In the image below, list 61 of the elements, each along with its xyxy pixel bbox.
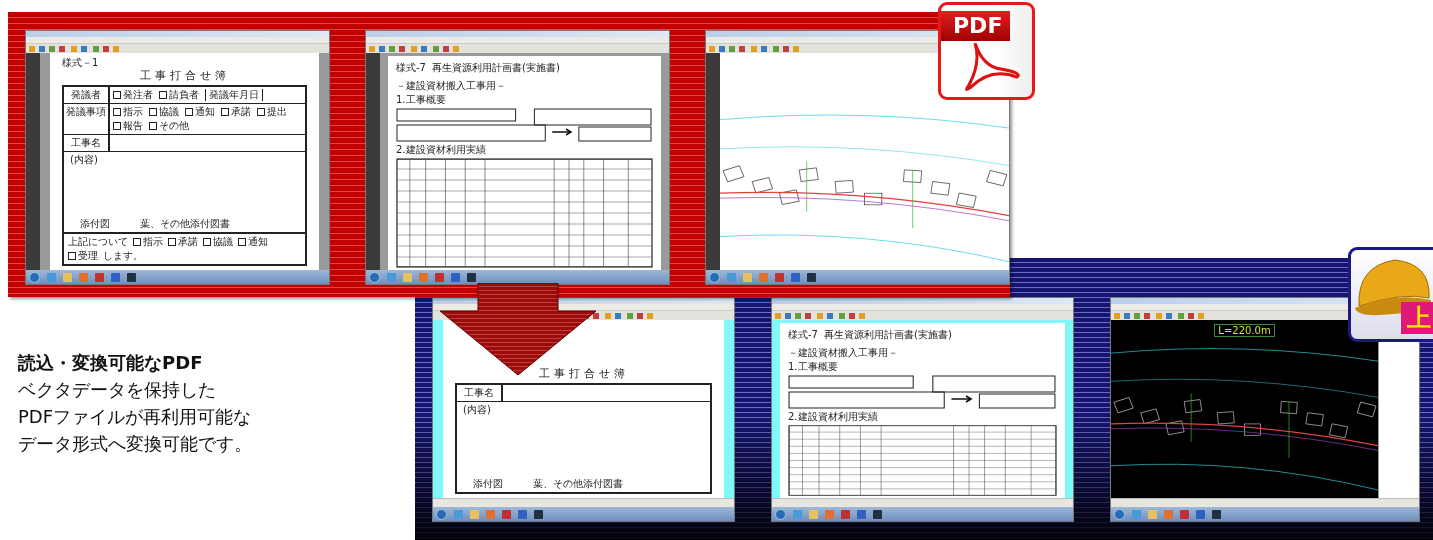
option-label: 発注者	[123, 89, 153, 101]
form-subtitle: －建設資材搬入工事用－	[788, 347, 898, 359]
form-number: 様式-7	[396, 62, 426, 74]
footer-text: します。	[103, 250, 143, 262]
content-label: (内容)	[70, 154, 99, 166]
form-title: 工事打合せ簿	[139, 70, 230, 82]
attachment-note: 葉、その他添付図書	[140, 218, 230, 230]
form-label: 工事名	[457, 385, 503, 401]
caption-text: データ形式へ変換可能です。	[18, 432, 252, 456]
section-heading: 1.工事概要	[396, 94, 447, 106]
form-title: 工事打合せ簿	[538, 368, 629, 380]
option-label: 報告	[123, 120, 143, 132]
form-number: 様式-7	[788, 329, 818, 341]
option-label: 通知	[195, 106, 215, 118]
form-label: 発議事項	[64, 104, 110, 134]
option-label: 協議	[159, 106, 179, 118]
badge-label: 上	[1401, 302, 1433, 334]
length-label: L=220.0m	[1214, 324, 1275, 337]
checkbox-icon	[221, 108, 229, 116]
form-number: 様式－1	[62, 57, 100, 69]
option-label: 提出	[267, 106, 287, 118]
option-label: 承諾	[231, 106, 251, 118]
option-label: 協議	[213, 236, 233, 248]
caption-text: PDFファイルが再利用可能な	[18, 405, 252, 429]
checkbox-icon	[113, 108, 121, 116]
option-label: その他	[159, 120, 189, 132]
option-label: 指示	[123, 106, 143, 118]
form-subtitle: －建設資材搬入工事用－	[396, 80, 506, 92]
option-label: 受理	[78, 250, 98, 262]
checkbox-icon	[238, 238, 246, 246]
checkbox-icon	[159, 91, 167, 99]
footer-text: 上記について	[68, 236, 128, 248]
form-label: 発議年月日	[205, 89, 263, 101]
pdf-label: PDF	[941, 11, 1011, 41]
option-label: 請負者	[169, 89, 199, 101]
option-label: 通知	[248, 236, 268, 248]
attachment-label: 添付図	[80, 218, 110, 230]
checkbox-icon	[257, 108, 265, 116]
form-label: 工事名	[64, 135, 110, 151]
checkbox-icon	[185, 108, 193, 116]
checkbox-icon	[113, 91, 121, 99]
option-label: 承諾	[178, 236, 198, 248]
attachment-label: 添付図	[473, 478, 503, 490]
option-label: 指示	[143, 236, 163, 248]
section-heading: 1.工事概要	[788, 361, 839, 373]
form-title: 再生資源利用計画書(実施書)	[432, 62, 560, 74]
content-label: (内容)	[463, 404, 492, 416]
form-label: 発議者	[64, 87, 110, 103]
form-title: 再生資源利用計画書(実施書)	[824, 329, 952, 341]
caption-title: 読込・変換可能なPDF	[18, 351, 204, 375]
caption-text: ベクタデータを保持した	[18, 378, 217, 402]
checkbox-icon	[133, 238, 141, 246]
checkbox-icon	[168, 238, 176, 246]
checkbox-icon	[149, 108, 157, 116]
checkbox-icon	[203, 238, 211, 246]
checkbox-icon	[68, 252, 76, 260]
checkbox-icon	[149, 122, 157, 130]
attachment-note: 葉、その他添付図書	[533, 478, 623, 490]
section-heading: 2.建設資材利用実績	[396, 144, 487, 156]
checkbox-icon	[113, 122, 121, 130]
section-heading: 2.建設資材利用実績	[788, 411, 879, 423]
